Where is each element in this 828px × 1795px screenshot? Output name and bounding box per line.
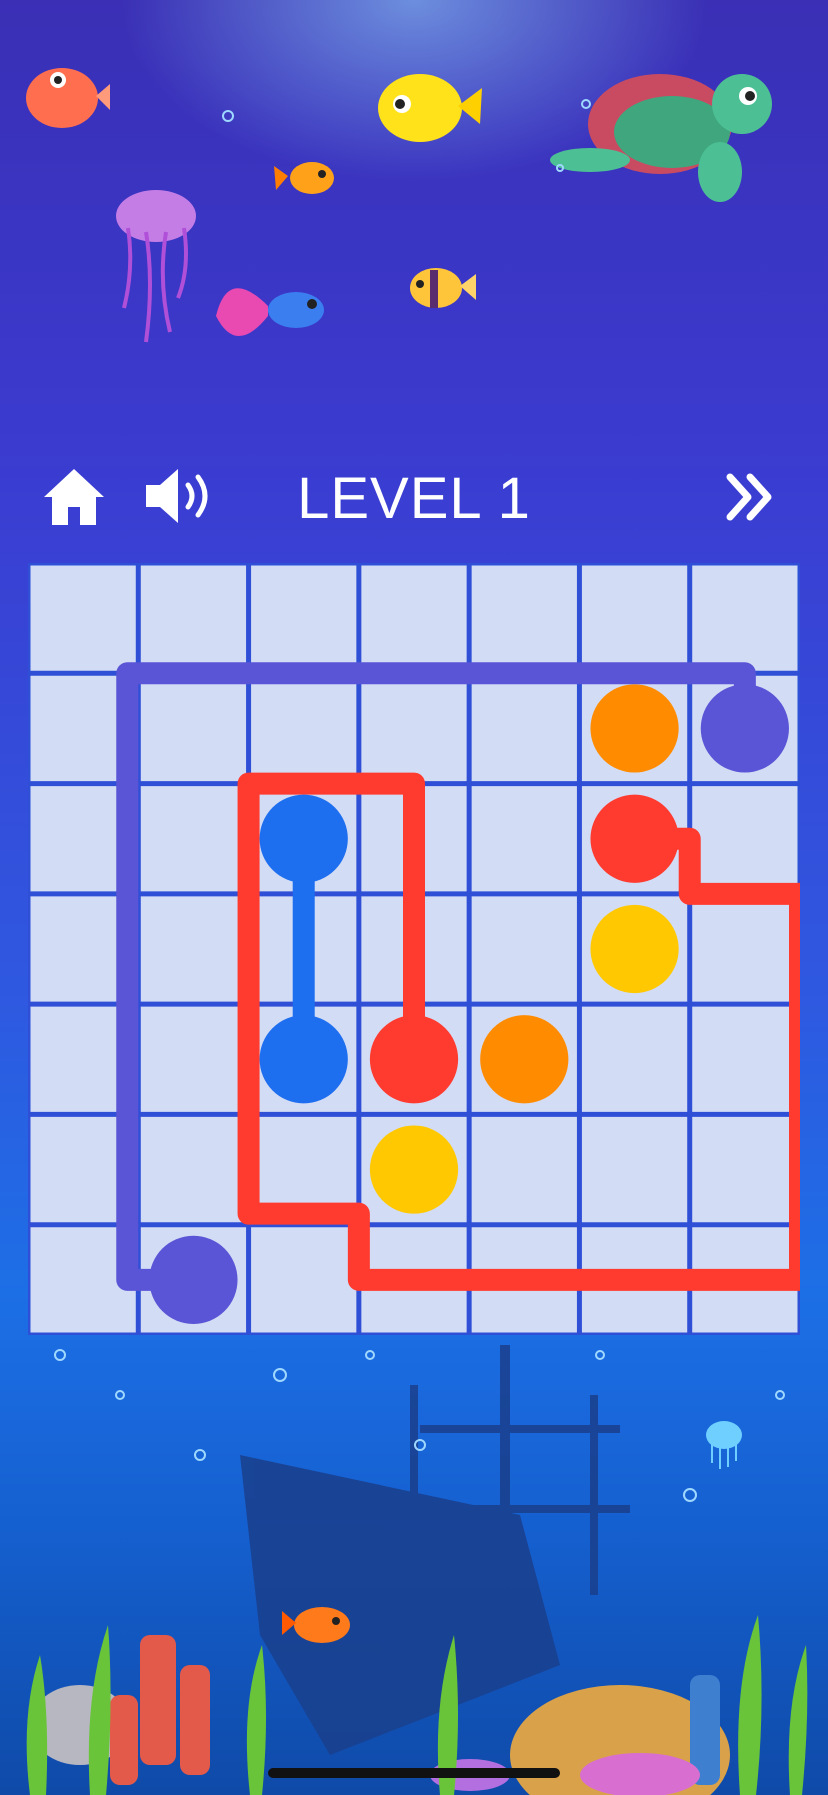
game-board-grid[interactable] <box>25 560 811 1338</box>
orange-dot[interactable] <box>590 684 679 773</box>
game-toolbar: LEVEL 1 <box>0 455 828 535</box>
angel-fish <box>410 268 476 308</box>
seabed-scene <box>26 1345 808 1795</box>
home-indicator[interactable] <box>268 1768 560 1778</box>
yellow-dot[interactable] <box>590 904 679 994</box>
yellow-fish <box>378 74 482 142</box>
yellow-dot[interactable] <box>369 1125 459 1214</box>
sea-creatures-scene <box>26 68 772 343</box>
jellyfish <box>116 190 196 343</box>
level-title: LEVEL 1 <box>297 466 531 531</box>
blue-dot[interactable] <box>259 1015 348 1104</box>
small-jellyfish <box>706 1421 742 1469</box>
red-dot[interactable] <box>590 794 679 883</box>
game-board[interactable] <box>25 560 811 1338</box>
seabed-bubbles <box>54 1349 785 1502</box>
double-chevron-right-icon <box>726 473 772 521</box>
pufferfish <box>26 68 110 128</box>
betta-fish <box>216 288 324 336</box>
red-dot[interactable] <box>369 1015 459 1104</box>
orange-dot[interactable] <box>480 1015 569 1104</box>
purple-dot[interactable] <box>149 1235 238 1324</box>
sea-turtle <box>550 74 772 202</box>
next-level-button[interactable] <box>722 469 782 525</box>
blue-dot[interactable] <box>259 794 348 883</box>
small-orange-fish <box>274 162 334 194</box>
purple-dot[interactable] <box>700 684 789 773</box>
